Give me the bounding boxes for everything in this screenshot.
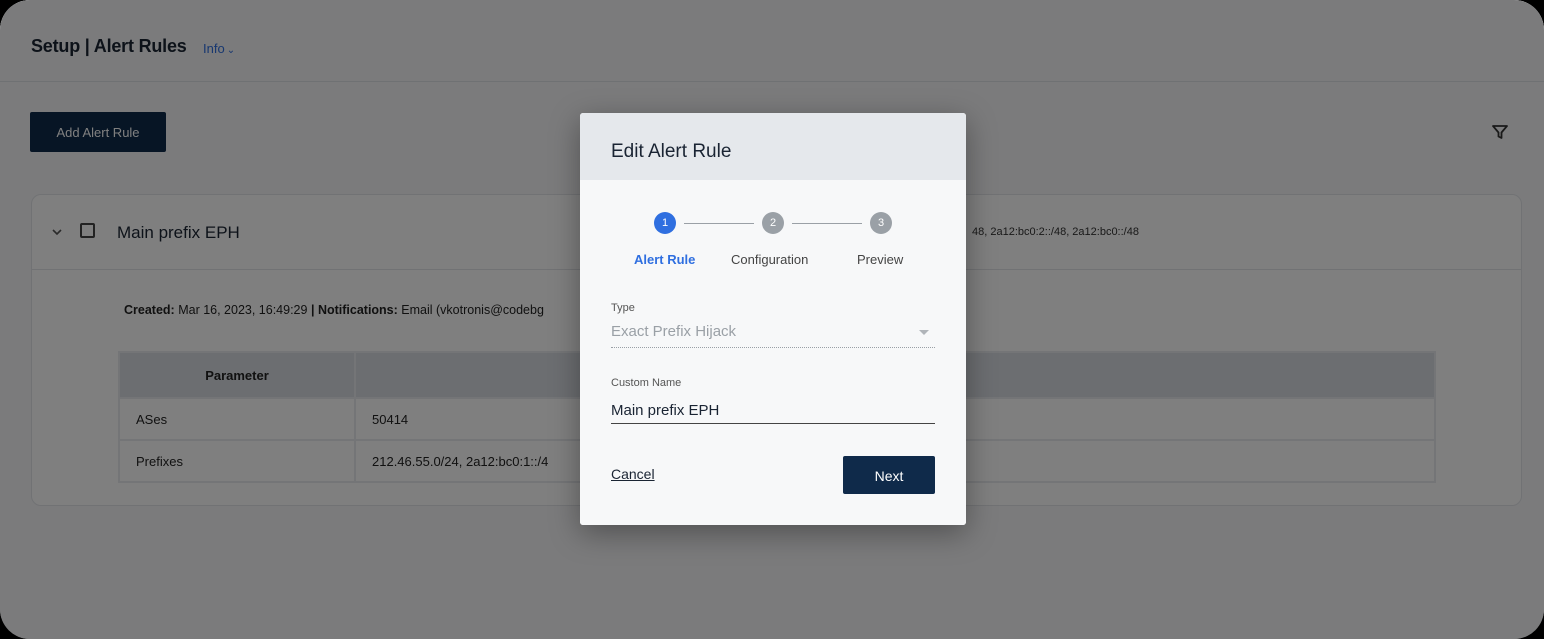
type-label: Type xyxy=(611,302,635,314)
step-2-label: Configuration xyxy=(731,252,809,267)
step-1-label: Alert Rule xyxy=(634,252,696,267)
step-2-indicator: 2 xyxy=(762,212,784,234)
app-window: Setup | Alert Rules Info⌄ Add Alert Rule… xyxy=(0,0,1544,639)
cancel-button[interactable]: Cancel xyxy=(611,466,655,482)
step-1-indicator: 1 xyxy=(654,212,676,234)
step-connector xyxy=(684,223,754,224)
dropdown-arrow-icon xyxy=(919,330,929,335)
custom-name-input[interactable] xyxy=(611,397,935,424)
edit-alert-rule-dialog: Edit Alert Rule 1 2 3 Alert Rule Configu… xyxy=(580,113,966,525)
step-3-label: Preview xyxy=(857,252,904,267)
step-3-indicator: 3 xyxy=(870,212,892,234)
next-button[interactable]: Next xyxy=(843,456,935,494)
type-select[interactable]: Exact Prefix Hijack xyxy=(611,323,935,348)
dialog-header: Edit Alert Rule xyxy=(580,113,966,180)
step-connector xyxy=(792,223,862,224)
dialog-title: Edit Alert Rule xyxy=(611,141,732,162)
custom-name-label: Custom Name xyxy=(611,377,682,389)
dialog-body: 1 2 3 Alert Rule Configuration Preview T… xyxy=(580,180,966,525)
type-selected-value: Exact Prefix Hijack xyxy=(611,323,737,340)
